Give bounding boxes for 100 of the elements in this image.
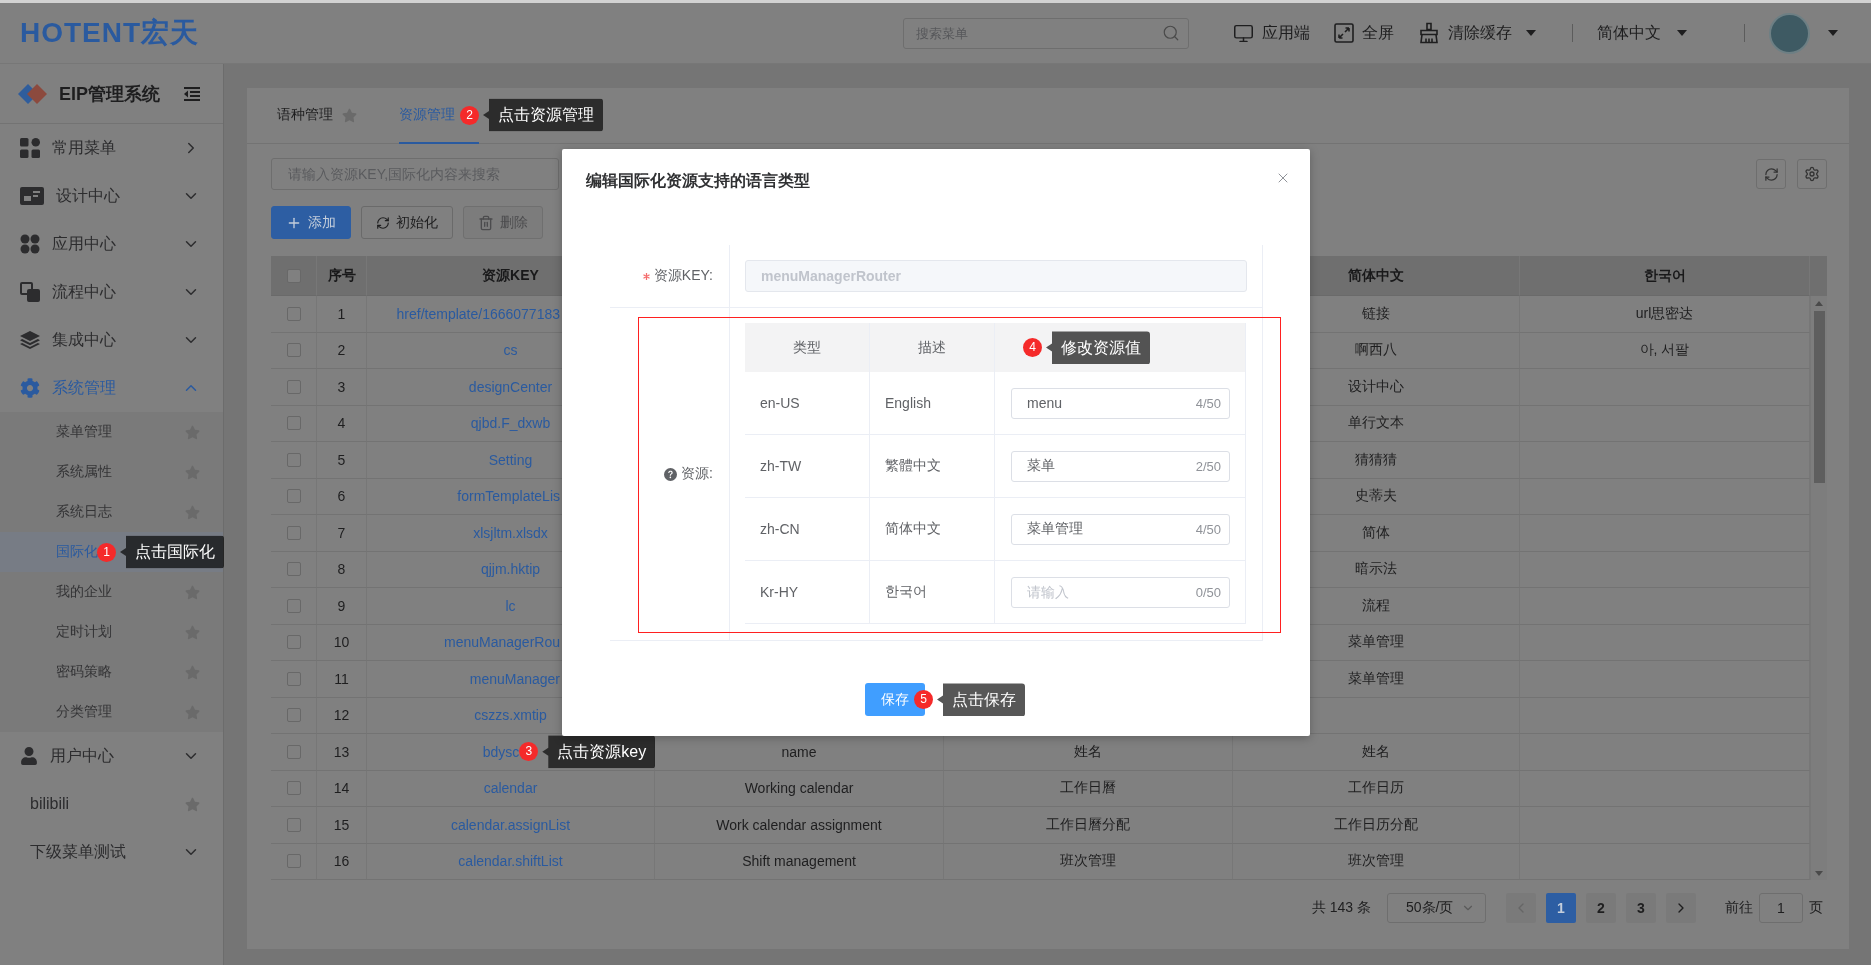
submenu-item[interactable]: 定时计划 bbox=[0, 612, 223, 652]
menu-item[interactable]: 流程中心 bbox=[0, 268, 223, 316]
resource-key-link[interactable]: cs bbox=[503, 342, 518, 359]
caret-up-icon[interactable] bbox=[1815, 301, 1823, 306]
row-checkbox[interactable] bbox=[286, 781, 301, 796]
refresh-icon bbox=[1763, 166, 1779, 182]
grid-icon bbox=[20, 138, 40, 158]
hint-tooltip: 点击保存 bbox=[937, 683, 1025, 716]
next-page-button[interactable] bbox=[1666, 893, 1696, 923]
resource-key-link[interactable]: xlsjltm.xlsdx bbox=[473, 524, 548, 541]
resource-key-link[interactable]: calendar.assignList bbox=[450, 816, 571, 833]
resource-key-link[interactable]: qjjm.hktip bbox=[480, 561, 541, 578]
char-count: 4/50 bbox=[1195, 395, 1221, 411]
table-cell: url思密达 bbox=[1520, 296, 1810, 333]
table-cell: 13 bbox=[317, 734, 367, 771]
page-size-select[interactable]: 50条/页 bbox=[1387, 893, 1486, 923]
table-cell: Work calendar assignment bbox=[655, 807, 944, 844]
resource-key-link[interactable]: href/template/1666077183 bbox=[396, 305, 560, 322]
init-button[interactable]: 初始化 bbox=[361, 206, 453, 239]
menu-item[interactable]: 设计中心 bbox=[0, 172, 223, 220]
language-dropdown[interactable]: 简体中文 bbox=[1597, 22, 1687, 44]
tab[interactable]: 语种管理 bbox=[277, 88, 357, 144]
submenu-item[interactable]: 分类管理 bbox=[0, 692, 223, 732]
resource-key-link[interactable]: Setting bbox=[488, 451, 533, 468]
resource-key-link[interactable]: bdysc bbox=[482, 743, 520, 760]
submenu-item[interactable]: 系统属性 bbox=[0, 452, 223, 492]
menu-item[interactable]: 下级菜单测试 bbox=[0, 828, 223, 876]
logo: HOTENT宏天 bbox=[20, 16, 200, 50]
layers-icon bbox=[20, 331, 40, 349]
row-checkbox[interactable] bbox=[286, 416, 301, 431]
settings-button[interactable] bbox=[1797, 159, 1827, 189]
row-checkbox[interactable] bbox=[286, 671, 301, 686]
submenu-item[interactable]: 我的企业 bbox=[0, 572, 223, 612]
user-menu-button[interactable] bbox=[1769, 12, 1838, 54]
resource-key-link[interactable]: calendar.shiftList bbox=[458, 853, 563, 870]
page-button[interactable]: 2 bbox=[1586, 893, 1616, 923]
caret-down-icon[interactable] bbox=[1815, 871, 1823, 876]
refresh-button[interactable] bbox=[1756, 159, 1786, 189]
menu-item[interactable]: bilibili bbox=[0, 780, 223, 828]
table-cell: 繁體中文 bbox=[870, 435, 995, 497]
table-cell: 2 bbox=[317, 332, 367, 369]
total-count: 共 143 条 bbox=[1311, 899, 1371, 917]
column-header: 描述 bbox=[870, 323, 995, 372]
table-cell: 6 bbox=[317, 478, 367, 515]
menu-item[interactable]: 用户中心 bbox=[0, 732, 223, 780]
avatar bbox=[1769, 12, 1810, 54]
table-cell: 9 bbox=[317, 588, 367, 625]
menu-item[interactable]: 应用中心 bbox=[0, 220, 223, 268]
row-checkbox[interactable] bbox=[286, 525, 301, 540]
settings-icon bbox=[1804, 166, 1820, 182]
table-cell: 15 bbox=[317, 807, 367, 844]
page-button[interactable]: 3 bbox=[1626, 893, 1656, 923]
menu-item[interactable]: 系统管理 bbox=[0, 364, 223, 412]
fullscreen-button[interactable]: 全屏 bbox=[1334, 22, 1394, 44]
row-checkbox[interactable] bbox=[286, 854, 301, 869]
select-all-checkbox[interactable] bbox=[286, 268, 301, 283]
row-checkbox[interactable] bbox=[286, 598, 301, 613]
add-button[interactable]: 添加 bbox=[271, 206, 351, 239]
resource-key-link[interactable]: calendar bbox=[483, 780, 538, 797]
table-cell: 简体中文 bbox=[870, 498, 995, 560]
help-icon bbox=[664, 467, 678, 481]
resource-key-link[interactable]: designCenter bbox=[468, 378, 553, 395]
page-input[interactable]: 1 bbox=[1759, 893, 1803, 923]
resource-key-link[interactable]: qjbd.F_dxwb bbox=[470, 415, 551, 432]
step-badge: 4 bbox=[1023, 338, 1042, 357]
search-icon bbox=[1162, 24, 1180, 42]
resource-key-link[interactable]: menuManagerRou bbox=[444, 634, 560, 651]
client-button[interactable]: 应用端 bbox=[1233, 22, 1310, 44]
submenu-item[interactable]: 菜单管理 bbox=[0, 412, 223, 452]
table-cell: 3 bbox=[317, 369, 367, 406]
submenu-item[interactable]: 系统日志 bbox=[0, 492, 223, 532]
menu-item[interactable]: 集成中心 bbox=[0, 316, 223, 364]
row-checkbox[interactable] bbox=[286, 379, 301, 394]
table-cell: Shift management bbox=[655, 843, 944, 880]
page-button[interactable]: 1 bbox=[1546, 893, 1576, 923]
resource-key-link[interactable]: formTemplateLis bbox=[457, 488, 560, 505]
resource-key-link[interactable]: lc bbox=[505, 597, 516, 614]
resource-key-link[interactable]: menuManager bbox=[469, 670, 560, 687]
step-badge: 2 bbox=[460, 105, 479, 125]
monitor-icon bbox=[1233, 22, 1254, 44]
menu-fold-icon[interactable] bbox=[184, 86, 200, 101]
clear-cache-button[interactable]: 清除缓存 bbox=[1418, 22, 1536, 44]
menu-item[interactable]: 常用菜单 bbox=[0, 124, 223, 172]
row-checkbox[interactable] bbox=[286, 708, 301, 723]
expand-icon bbox=[1334, 23, 1354, 43]
row-checkbox[interactable] bbox=[286, 744, 301, 759]
row-checkbox[interactable] bbox=[286, 306, 301, 321]
row-checkbox[interactable] bbox=[286, 562, 301, 577]
table-cell: 工作日历 bbox=[1233, 770, 1520, 807]
submenu-item[interactable]: 国际化 1 点击国际化 bbox=[0, 532, 223, 572]
row-checkbox[interactable] bbox=[286, 489, 301, 504]
gear-icon bbox=[20, 378, 40, 398]
resource-key-link[interactable]: cszzs.xmtip bbox=[474, 707, 547, 724]
row-checkbox[interactable] bbox=[286, 343, 301, 358]
table-cell: 한국어 bbox=[870, 561, 995, 623]
scrollbar-thumb[interactable] bbox=[1813, 311, 1825, 483]
row-checkbox[interactable] bbox=[286, 635, 301, 650]
row-checkbox[interactable] bbox=[286, 817, 301, 832]
row-checkbox[interactable] bbox=[286, 452, 301, 467]
submenu-item[interactable]: 密码策略 bbox=[0, 652, 223, 692]
